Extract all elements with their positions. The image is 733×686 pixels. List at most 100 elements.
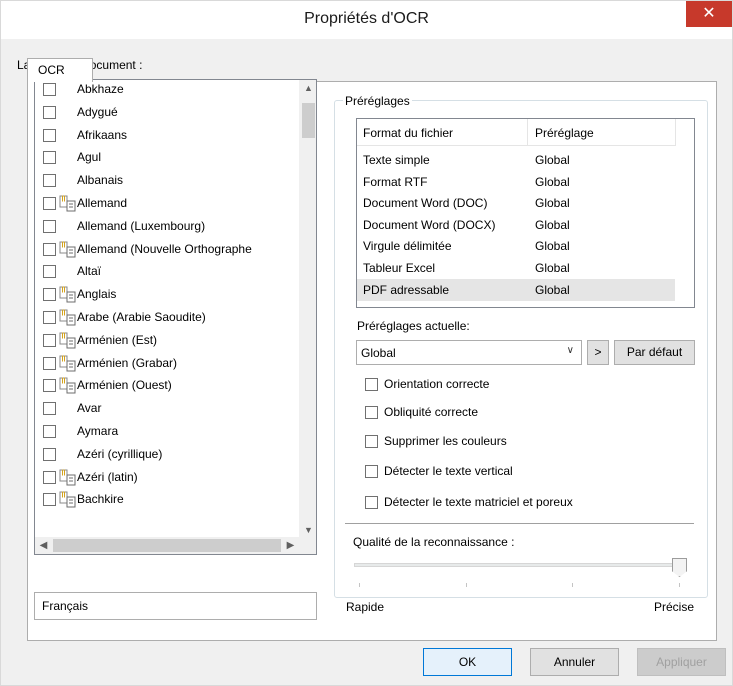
- dictionary-icon: [59, 195, 76, 212]
- close-icon[interactable]: ✕: [686, 1, 732, 27]
- language-item[interactable]: Adygué: [35, 103, 283, 126]
- language-checkbox[interactable]: [43, 219, 56, 233]
- language-item[interactable]: Bachkire: [35, 490, 283, 513]
- preset-row[interactable]: Texte simple Global: [357, 149, 675, 171]
- scroll-thumb[interactable]: [302, 103, 315, 138]
- language-label: Allemand (Nouvelle Orthographe: [77, 241, 252, 256]
- language-item[interactable]: Allemand: [35, 194, 283, 217]
- checkbox-box[interactable]: [365, 406, 378, 419]
- next-preset-button[interactable]: >: [587, 340, 609, 365]
- slider-tick: [679, 583, 680, 587]
- apply-button[interactable]: Appliquer: [637, 648, 726, 676]
- language-checkbox[interactable]: [43, 128, 56, 142]
- language-checkbox[interactable]: [43, 333, 56, 347]
- language-checkbox[interactable]: [43, 83, 56, 96]
- checkbox-box[interactable]: [365, 465, 378, 478]
- language-item[interactable]: Azéri (latin): [35, 468, 283, 491]
- checkbox-box[interactable]: [365, 496, 378, 509]
- preset-row[interactable]: Virgule délimitée Global: [357, 235, 675, 257]
- preset-row[interactable]: PDF adressable Global: [357, 278, 675, 301]
- language-checkbox[interactable]: [43, 493, 56, 507]
- checkbox-box[interactable]: [365, 378, 378, 391]
- dictionary-icon: [59, 286, 76, 303]
- language-label: Adygué: [77, 104, 118, 119]
- preset-row[interactable]: Document Word (DOC) Global: [357, 192, 675, 214]
- language-checkbox[interactable]: [43, 379, 56, 393]
- presets-group-title: Préréglages: [343, 94, 412, 108]
- language-item[interactable]: Arménien (Ouest): [35, 376, 283, 399]
- quality-slider[interactable]: [354, 563, 684, 567]
- option-label: Supprimer les couleurs: [384, 434, 507, 448]
- language-item[interactable]: Arabe (Arabie Saoudite): [35, 308, 283, 331]
- language-label: Allemand: [77, 195, 128, 210]
- language-item[interactable]: Albanais: [35, 171, 283, 194]
- dictionary-icon: [59, 355, 76, 372]
- preset-format-cell: Document Word (DOC): [363, 196, 488, 211]
- language-label: Agul: [77, 150, 102, 165]
- language-checkbox[interactable]: [43, 242, 56, 256]
- cancel-button[interactable]: Annuler: [530, 648, 619, 676]
- ok-button[interactable]: OK: [423, 648, 512, 676]
- vertical-scrollbar[interactable]: ▲ ▼: [299, 80, 316, 539]
- title-bar: Propriétés d'OCR ✕: [1, 1, 732, 39]
- language-checkbox[interactable]: [43, 402, 56, 416]
- language-checkbox[interactable]: [43, 265, 56, 279]
- language-label: Aymara: [77, 423, 119, 438]
- horizontal-scrollbar[interactable]: ◀ ▶: [35, 537, 299, 554]
- preset-format-cell: Virgule délimitée: [363, 239, 452, 254]
- language-checkbox[interactable]: [43, 356, 56, 370]
- language-item[interactable]: Aymara: [35, 422, 283, 445]
- language-item[interactable]: Arménien (Grabar): [35, 354, 283, 377]
- language-item[interactable]: Avar: [35, 399, 283, 422]
- language-item[interactable]: Altaï: [35, 262, 283, 285]
- language-label: Altaï: [77, 264, 102, 279]
- preset-row[interactable]: Document Word (DOCX) Global: [357, 214, 675, 236]
- language-checkbox[interactable]: [43, 174, 56, 188]
- default-preset-button[interactable]: Par défaut: [614, 340, 695, 365]
- tab-ocr[interactable]: OCR: [27, 58, 93, 82]
- language-item[interactable]: Afrikaans: [35, 126, 283, 149]
- column-header-format[interactable]: Format du fichier: [363, 126, 453, 140]
- languages-list[interactable]: Abkhaze Adygué Afrikaans Agul Albanais Allema…: [34, 79, 317, 555]
- language-checkbox[interactable]: [43, 105, 56, 119]
- hscroll-thumb[interactable]: [53, 539, 281, 552]
- preset-row[interactable]: Tableur Excel Global: [357, 257, 675, 279]
- language-checkbox[interactable]: [43, 196, 56, 210]
- language-label: Abkhaze: [77, 82, 124, 96]
- dialog-window: Propriétés d'OCR ✕ OCR Langues du docume…: [0, 0, 733, 686]
- preset-value-cell: Global: [535, 239, 570, 254]
- divider: [345, 523, 694, 524]
- language-item[interactable]: Anglais: [35, 285, 283, 308]
- language-checkbox[interactable]: [43, 447, 56, 461]
- scroll-up-icon[interactable]: ▲: [300, 80, 317, 97]
- dictionary-icon: [59, 469, 76, 486]
- option-label: Orientation correcte: [384, 377, 490, 391]
- scroll-right-icon[interactable]: ▶: [282, 537, 299, 554]
- language-label: Arabe (Arabie Saoudite): [77, 309, 206, 324]
- current-preset-label: Préréglages actuelle:: [357, 319, 470, 333]
- language-item[interactable]: Abkhaze: [35, 80, 283, 103]
- slider-tick: [359, 583, 360, 587]
- language-item[interactable]: Agul: [35, 148, 283, 171]
- language-item[interactable]: Arménien (Est): [35, 331, 283, 354]
- preset-format-cell: Document Word (DOCX): [363, 217, 496, 232]
- preset-format-cell: Format RTF: [363, 174, 428, 189]
- language-checkbox[interactable]: [43, 288, 56, 302]
- checkbox-box[interactable]: [365, 435, 378, 448]
- language-checkbox[interactable]: [43, 470, 56, 484]
- preset-row[interactable]: Format RTF Global: [357, 171, 675, 193]
- language-label: Arménien (Est): [77, 332, 158, 347]
- column-header-preset[interactable]: Préréglage: [535, 126, 594, 140]
- current-preset-select[interactable]: Global ∨: [356, 340, 582, 365]
- language-checkbox[interactable]: [43, 151, 56, 165]
- language-item[interactable]: Allemand (Nouvelle Orthographe: [35, 240, 283, 263]
- language-item[interactable]: Allemand (Luxembourg): [35, 217, 283, 240]
- preset-value-cell: Global: [535, 217, 570, 232]
- language-item[interactable]: Azéri (cyrillique): [35, 445, 283, 468]
- language-checkbox[interactable]: [43, 310, 56, 324]
- presets-table-header: Format du fichier Préréglage: [357, 119, 676, 146]
- presets-table[interactable]: Format du fichier Préréglage Texte simpl…: [356, 118, 695, 308]
- language-checkbox[interactable]: [43, 424, 56, 438]
- window-title: Propriétés d'OCR: [304, 10, 429, 27]
- scroll-left-icon[interactable]: ◀: [35, 537, 52, 554]
